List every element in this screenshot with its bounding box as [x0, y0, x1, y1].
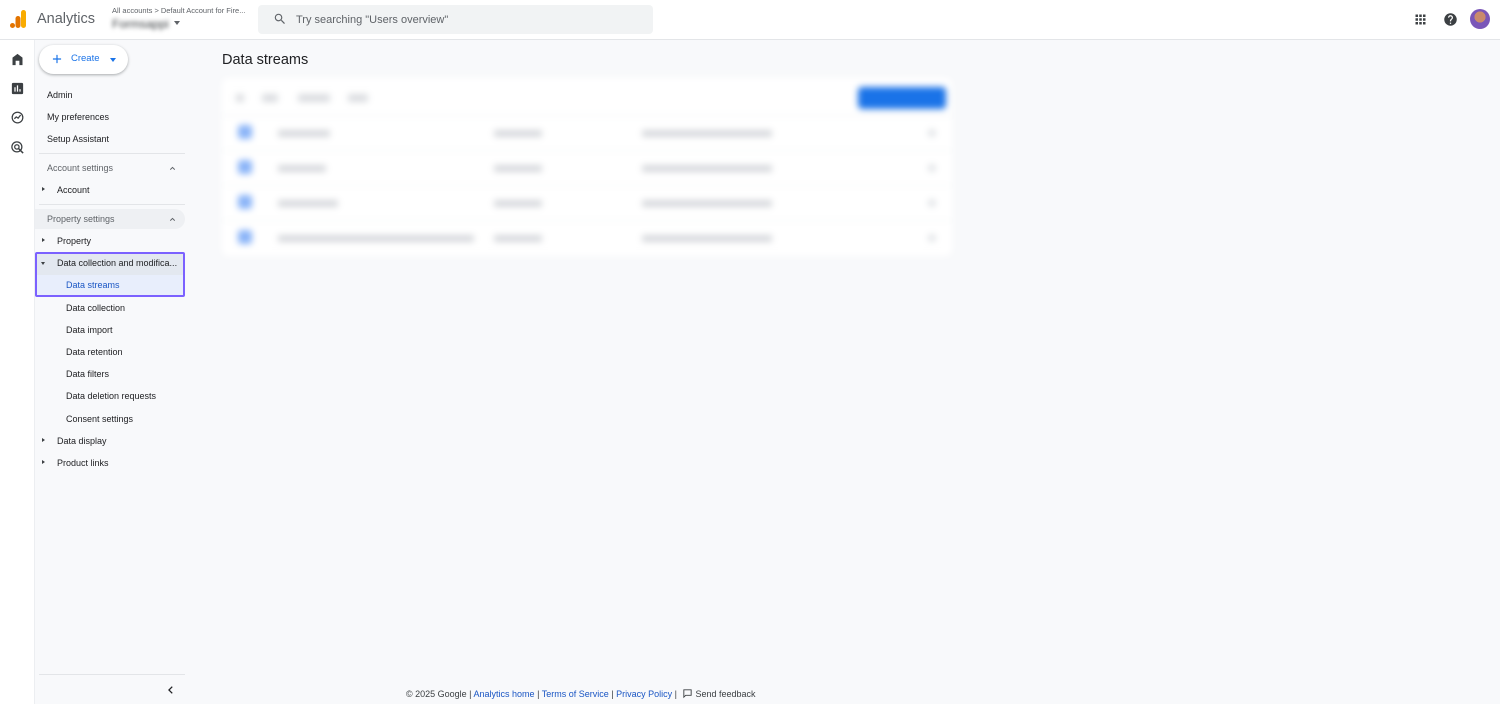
footer-link-terms[interactable]: Terms of Service — [542, 689, 609, 699]
breadcrumb-separator-icon: > — [154, 6, 159, 15]
section-property-settings[interactable]: Property settings — [35, 209, 185, 229]
nav-data-display[interactable]: Data display — [57, 436, 107, 446]
footer-link-privacy[interactable]: Privacy Policy — [616, 689, 672, 699]
property-selector[interactable]: Formsappi — [112, 17, 169, 31]
table-row[interactable] — [222, 221, 952, 256]
plus-icon — [52, 54, 62, 64]
stream-url — [494, 200, 542, 207]
advertising-icon[interactable] — [10, 140, 25, 155]
create-button-label: Create — [71, 53, 100, 64]
stream-id — [642, 235, 772, 242]
chevron-right-icon — [928, 129, 936, 137]
expand-icon[interactable] — [42, 438, 45, 442]
top-app-bar: Analytics All accounts > Default Account f… — [0, 0, 1500, 40]
expand-icon[interactable] — [42, 187, 45, 191]
nav-data-collection-and-modification[interactable]: Data collection and modifica... — [57, 258, 177, 268]
send-feedback-link[interactable]: Send feedback — [695, 689, 755, 699]
stream-name — [278, 165, 326, 172]
analytics-logo-icon[interactable] — [9, 10, 27, 28]
explore-icon[interactable] — [10, 110, 25, 125]
collapse-sidebar-icon[interactable] — [166, 685, 176, 695]
feedback-icon[interactable] — [682, 688, 693, 699]
add-stream-button[interactable] — [858, 87, 946, 109]
table-row[interactable] — [222, 186, 952, 221]
stream-id — [642, 200, 772, 207]
collapse-icon[interactable] — [41, 262, 45, 265]
nav-account[interactable]: Account — [57, 185, 90, 195]
nav-my-preferences[interactable]: My preferences — [47, 112, 109, 122]
app-name[interactable]: Analytics — [37, 11, 95, 27]
nav-data-deletion-requests[interactable]: Data deletion requests — [66, 391, 156, 401]
filter-chip[interactable] — [348, 94, 368, 102]
table-row[interactable] — [222, 151, 952, 186]
stream-url — [494, 165, 542, 172]
section-label: Account settings — [47, 163, 114, 173]
nav-data-filters[interactable]: Data filters — [66, 369, 109, 379]
nav-data-streams[interactable]: Data streams — [66, 280, 120, 290]
nav-data-import[interactable]: Data import — [66, 325, 113, 335]
stream-type-icon — [238, 160, 252, 174]
expand-icon[interactable] — [42, 460, 45, 464]
apps-grid-icon[interactable] — [1413, 12, 1428, 27]
nav-property[interactable]: Property — [57, 236, 91, 246]
stream-type-icon — [238, 125, 252, 139]
divider — [39, 674, 185, 675]
chevron-down-icon — [110, 58, 116, 62]
help-icon[interactable] — [1443, 12, 1458, 27]
stream-type-icon — [238, 195, 252, 209]
chevron-up-icon — [169, 166, 176, 170]
section-account-settings[interactable]: Account settings — [35, 158, 185, 178]
chevron-right-icon — [928, 199, 936, 207]
stream-name — [278, 200, 338, 207]
table-row[interactable] — [222, 116, 952, 151]
filter-chip[interactable] — [262, 94, 278, 102]
divider — [39, 204, 185, 205]
stream-name — [278, 235, 474, 242]
avatar[interactable] — [1470, 9, 1490, 29]
chevron-right-icon — [928, 234, 936, 242]
stream-type-icon — [238, 230, 252, 244]
stream-url — [494, 130, 542, 137]
copyright: © 2025 Google | — [406, 689, 472, 699]
nav-consent-settings[interactable]: Consent settings — [66, 414, 133, 424]
filter-chip[interactable] — [236, 94, 244, 102]
property-dropdown-icon[interactable] — [174, 21, 180, 25]
table-toolbar — [222, 78, 952, 116]
stream-name — [278, 130, 330, 137]
admin-side-nav: Create Admin My preferences Setup Assist… — [35, 40, 187, 704]
stream-id — [642, 130, 772, 137]
expand-icon[interactable] — [42, 238, 45, 242]
data-streams-table — [222, 78, 952, 256]
reports-icon[interactable] — [10, 81, 25, 96]
chevron-up-icon — [169, 217, 176, 221]
stream-url — [494, 235, 542, 242]
left-rail — [0, 40, 35, 704]
page-footer: © 2025 Google | Analytics home | Terms o… — [406, 688, 756, 699]
section-label: Property settings — [47, 214, 115, 224]
divider — [39, 153, 185, 154]
nav-setup-assistant[interactable]: Setup Assistant — [47, 134, 109, 144]
nav-product-links[interactable]: Product links — [57, 458, 109, 468]
search-input[interactable] — [296, 11, 636, 28]
filter-chip[interactable] — [298, 94, 330, 102]
footer-link-analytics-home[interactable]: Analytics home — [474, 689, 535, 699]
breadcrumb-account: Default Account for Fire... — [160, 6, 246, 15]
home-icon[interactable] — [10, 52, 25, 67]
stream-id — [642, 165, 772, 172]
nav-data-retention[interactable]: Data retention — [66, 347, 123, 357]
chevron-right-icon — [928, 164, 936, 172]
nav-admin[interactable]: Admin — [47, 90, 73, 100]
page-title: Data streams — [222, 52, 309, 68]
nav-data-collection[interactable]: Data collection — [66, 303, 125, 313]
breadcrumb-root: All accounts — [112, 6, 153, 15]
search-bar[interactable] — [258, 5, 653, 34]
create-button[interactable]: Create — [39, 45, 128, 74]
search-icon — [274, 13, 285, 24]
account-breadcrumb[interactable]: All accounts > Default Account for Fire... — [112, 6, 245, 15]
